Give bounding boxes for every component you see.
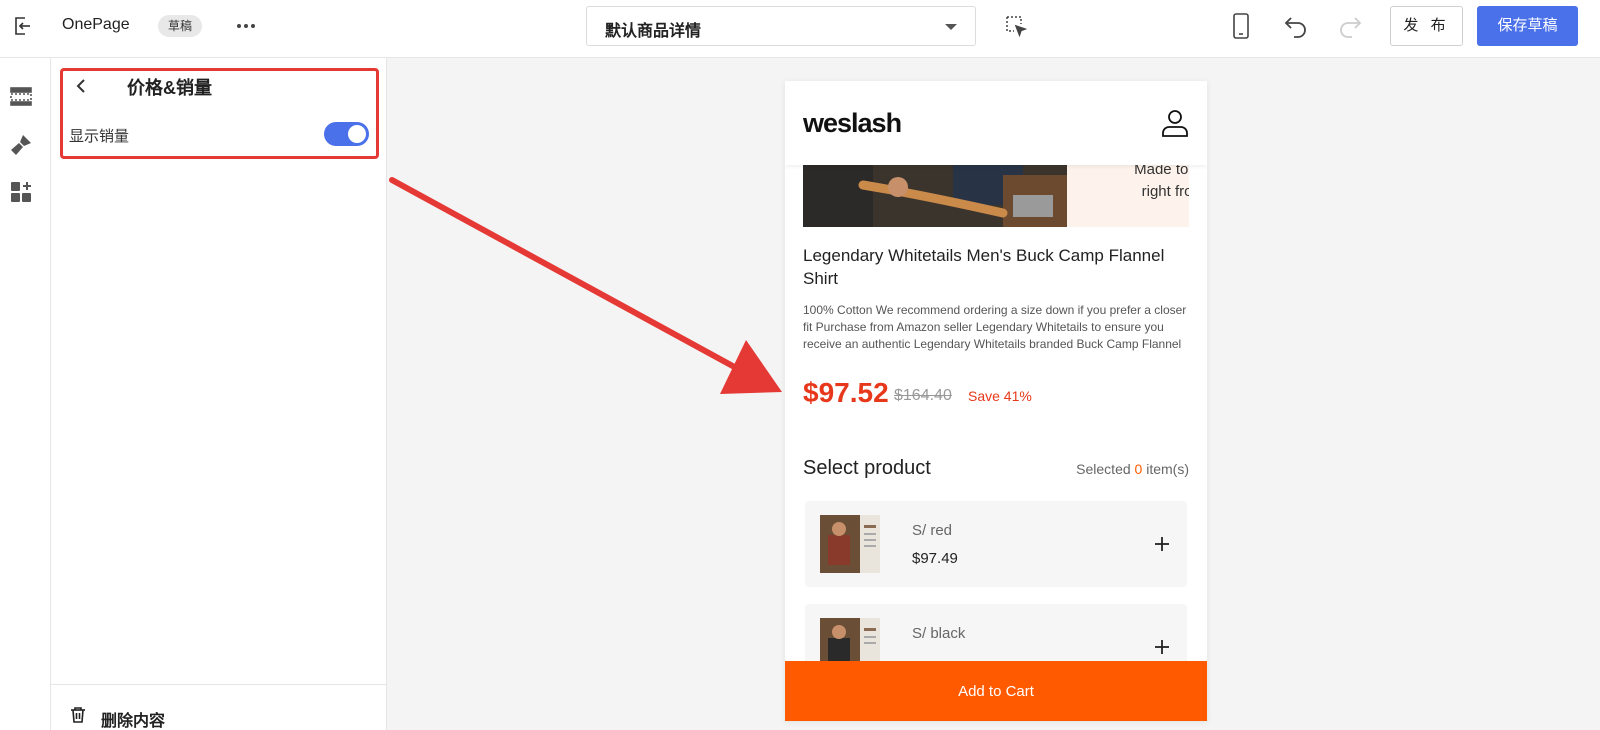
left-rail [0,58,51,730]
more-icon[interactable] [234,14,258,38]
select-product-title: Select product [803,457,931,479]
mobile-preview-icon[interactable] [1228,12,1254,40]
settings-panel: 价格&销量 显示销量 删除内容 [51,58,387,730]
variant-price: $97.49 [912,550,958,567]
show-sales-toggle[interactable] [324,122,369,146]
status-badge: 草稿 [158,15,203,37]
sale-price: $97.52 [803,377,889,408]
product-banner: Made to Fi right from [803,165,1189,227]
style-brush-icon[interactable] [9,133,33,157]
phone-preview: weslash Made to Fi right from Legendary … [785,81,1207,721]
undo-icon[interactable] [1282,12,1310,40]
product-description: 100% Cotton We recommend ordering a size… [803,303,1187,351]
back-chevron-icon[interactable] [71,76,91,96]
plus-icon[interactable] [1152,637,1172,657]
section-layout-icon[interactable] [9,84,33,108]
app-name: OnePage [62,16,130,33]
toggle-knob [348,125,366,143]
chevron-down-icon [945,24,957,30]
banner-text: Made to Fi right from [1134,165,1189,200]
selected-count: Selected 0 item(s) [1076,461,1189,477]
add-to-cart-button[interactable]: Add to Cart [785,661,1207,721]
variant-name: S/ black [912,625,966,642]
variant-thumbnail [820,515,880,573]
top-toolbar: OnePage 草稿 默认商品详情 发 布 保存草稿 [0,0,1600,58]
save-draft-button[interactable]: 保存草稿 [1477,6,1578,46]
variant-name: S/ red [912,522,953,539]
panel-title: 价格&销量 [127,78,212,98]
variant-item[interactable]: S/ red $97.49 [805,501,1187,587]
panel-footer: 删除内容 [51,684,387,730]
store-logo[interactable]: weslash [803,108,902,139]
save-percent: Save 41% [968,388,1032,404]
user-icon[interactable] [1160,108,1190,138]
trash-icon[interactable] [68,705,88,725]
selected-prefix: Selected [1076,461,1131,477]
add-block-icon[interactable] [9,180,33,204]
redo-icon[interactable] [1336,12,1364,40]
banner-photo [803,165,1067,227]
template-select[interactable]: 默认商品详情 [586,6,976,46]
exit-icon[interactable] [11,14,35,38]
plus-icon[interactable] [1152,534,1172,554]
store-header: weslash [785,81,1207,165]
product-title: Legendary Whitetails Men's Buck Camp Fla… [803,246,1165,288]
annotation-arrow-icon [389,177,782,394]
select-element-icon[interactable] [1004,14,1028,38]
selected-suffix: item(s) [1146,461,1189,477]
delete-content-button[interactable]: 删除内容 [101,707,165,730]
compare-price: $164.40 [894,387,952,404]
template-select-value: 默认商品详情 [605,23,702,40]
selected-number: 0 [1134,461,1143,477]
show-sales-label: 显示销量 [69,128,130,145]
publish-button[interactable]: 发 布 [1390,6,1463,46]
